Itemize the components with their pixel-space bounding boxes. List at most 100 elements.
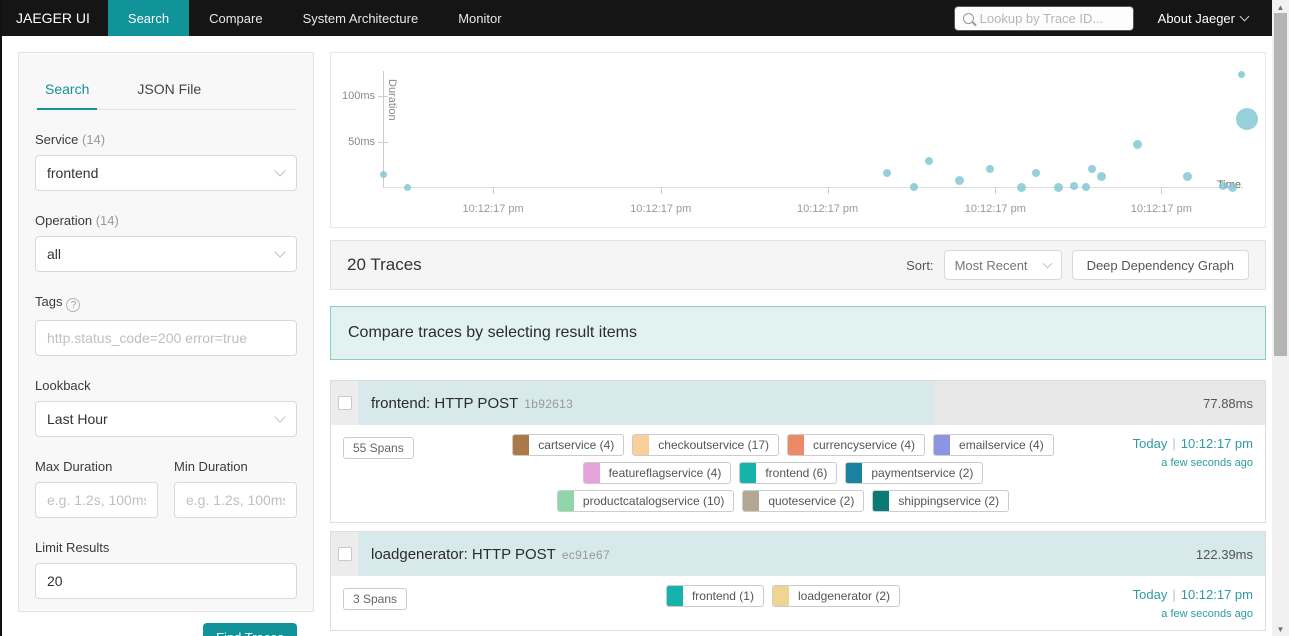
trace-scatter-point[interactable] <box>954 176 964 186</box>
search-icon <box>962 12 974 24</box>
trace-relative-time: a few seconds ago <box>1161 608 1253 620</box>
trace-scatter-point[interactable] <box>1069 182 1078 191</box>
min-duration-label: Min Duration <box>174 459 248 474</box>
service-tag-label: emailservice (4) <box>959 438 1044 452</box>
x-tick-label: 10:12:17 pm <box>797 203 859 215</box>
trace-scatter-point[interactable] <box>1087 164 1096 173</box>
compare-banner: Compare traces by selecting result items <box>330 306 1266 360</box>
sidebar-tab-search[interactable]: Search <box>36 71 98 110</box>
lookback-select[interactable]: Last Hour <box>35 401 297 437</box>
nav-item-monitor[interactable]: Monitor <box>438 0 521 36</box>
service-tag: featureflagservice (4) <box>582 462 732 484</box>
operation-select[interactable]: all <box>35 236 297 272</box>
trace-scatter-point[interactable] <box>1053 182 1063 192</box>
tags-input[interactable] <box>47 330 285 346</box>
max-duration-input[interactable] <box>47 492 146 508</box>
service-color-swatch <box>873 491 890 511</box>
search-sidebar: Search JSON File Service (14) frontend Op… <box>18 52 314 636</box>
trace-scatter-point[interactable] <box>1228 182 1238 192</box>
service-tag-label: quoteservice (2) <box>768 494 855 508</box>
y-tick-label: 50ms <box>348 135 375 148</box>
trace-scatter-point[interactable] <box>1132 139 1142 149</box>
service-tag-label: currencyservice (4) <box>813 438 916 452</box>
chevron-down-icon <box>1239 11 1250 22</box>
x-tick-label: 10:12:17 pm <box>630 203 692 215</box>
service-color-swatch <box>846 463 863 483</box>
service-tag: productcatalogservice (10) <box>556 490 735 512</box>
trace-checkbox-cell <box>331 532 358 576</box>
service-tag: loadgenerator (2) <box>771 585 901 607</box>
service-select[interactable]: frontend <box>35 155 297 191</box>
service-tag: currencyservice (4) <box>787 434 926 456</box>
service-tag-label: loadgenerator (2) <box>797 589 891 603</box>
deep-dependency-graph-button[interactable]: Deep Dependency Graph <box>1071 250 1249 280</box>
trace-relative-time: a few seconds ago <box>1161 457 1253 469</box>
trace-scatter-point[interactable] <box>909 183 918 191</box>
service-tag-label: checkoutservice (17) <box>658 438 769 452</box>
trace-header[interactable]: frontend: HTTP POST 1b92613 77.88ms <box>331 381 1265 425</box>
min-duration-box <box>174 482 297 518</box>
find-traces-button[interactable]: Find Traces <box>203 623 297 636</box>
trace-lookup-box <box>953 5 1134 31</box>
nav-item-search[interactable]: Search <box>107 0 190 36</box>
trace-scatter-point[interactable] <box>1031 169 1040 178</box>
trace-scatter-point[interactable] <box>1183 171 1193 181</box>
trace-lookup-input[interactable] <box>979 10 1120 26</box>
service-tag: shippingservice (2) <box>872 490 1010 512</box>
main-content: Duration Time 100ms50ms10:12:17 pm10:12:… <box>330 52 1266 636</box>
trace-scatter-point[interactable] <box>882 169 891 178</box>
trace-scatter-point[interactable] <box>986 164 995 173</box>
top-navbar: JAEGER UI Search Compare System Architectu… <box>2 0 1274 36</box>
trace-compare-checkbox[interactable] <box>337 396 352 410</box>
chevron-down-icon <box>274 246 286 258</box>
sort-select[interactable]: Most Recent <box>943 250 1062 280</box>
trace-scatter-point[interactable] <box>1081 183 1090 191</box>
trace-count: 20 Traces <box>347 255 422 274</box>
duration-scatter-chart: Duration Time 100ms50ms10:12:17 pm10:12:… <box>330 52 1266 228</box>
nav-item-compare[interactable]: Compare <box>189 0 282 36</box>
limit-results-input[interactable] <box>47 573 285 589</box>
chevron-down-icon <box>274 165 286 177</box>
service-tag-label: cartservice (4) <box>538 438 615 452</box>
x-tick-mark <box>660 187 662 194</box>
service-color-swatch <box>666 586 683 606</box>
scroll-down-arrow[interactable]: ▼ <box>1272 622 1289 636</box>
scrollbar-thumb[interactable] <box>1274 13 1287 356</box>
x-tick-label: 10:12:17 pm <box>462 203 524 215</box>
trace-title: frontend: HTTP POST 1b92613 <box>371 394 574 412</box>
trace-scatter-point[interactable] <box>379 170 387 178</box>
trace-result-card[interactable]: frontend: HTTP POST 1b92613 77.88ms 55 Span… <box>330 380 1266 523</box>
vertical-scrollbar[interactable]: ▲ ▼ <box>1272 0 1289 636</box>
service-tag-label: frontend (1) <box>691 589 754 603</box>
trace-scatter-point[interactable] <box>1237 70 1245 78</box>
trace-duration: 122.39ms <box>1195 546 1253 562</box>
trace-scatter-point[interactable] <box>1097 172 1107 182</box>
span-count-badge: 3 Spans <box>343 588 408 610</box>
trace-timestamp: Today | 10:12:17 pm a few seconds ago <box>1083 434 1253 512</box>
trace-header[interactable]: loadgenerator: HTTP POST ec91e67 122.39ms <box>331 532 1265 576</box>
trace-scatter-point[interactable] <box>403 183 411 191</box>
nav-item-system-architecture[interactable]: System Architecture <box>283 0 439 36</box>
trace-scatter-point[interactable] <box>1236 107 1259 130</box>
about-jaeger-menu[interactable]: About Jaeger <box>1158 11 1250 26</box>
x-tick-mark <box>827 187 829 194</box>
trace-compare-checkbox[interactable] <box>337 547 352 561</box>
y-axis-title: Duration <box>386 79 398 121</box>
service-color-swatch <box>583 463 600 483</box>
trace-date: Today <box>1132 436 1168 451</box>
trace-scatter-point[interactable] <box>925 156 934 165</box>
trace-id: 1b92613 <box>524 396 574 411</box>
service-color-swatch <box>743 491 760 511</box>
x-tick-mark <box>995 187 997 194</box>
scroll-up-arrow[interactable]: ▲ <box>1272 0 1289 14</box>
sidebar-tab-json-file[interactable]: JSON File <box>135 71 203 109</box>
trace-result-card[interactable]: loadgenerator: HTTP POST ec91e67 122.39ms 3… <box>330 531 1266 631</box>
help-icon[interactable]: ? <box>66 298 81 312</box>
min-duration-input[interactable] <box>186 492 285 508</box>
nav-menu: Search Compare System Architecture Monitor <box>107 0 522 36</box>
service-tag: frontend (1) <box>665 585 764 607</box>
tags-label: Tags? <box>35 294 297 312</box>
trace-scatter-point[interactable] <box>1016 182 1026 192</box>
x-tick-mark <box>1161 187 1163 194</box>
trace-duration: 77.88ms <box>1203 395 1253 411</box>
